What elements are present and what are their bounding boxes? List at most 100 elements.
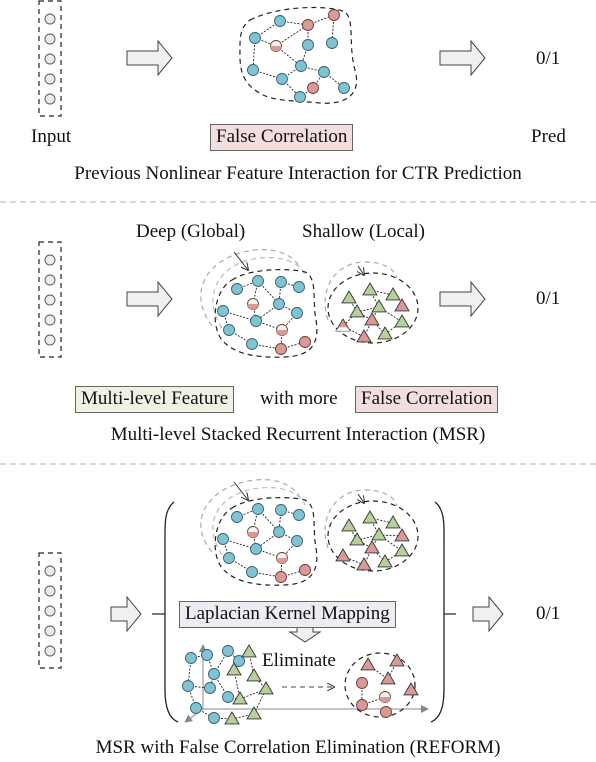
triangle-green [241, 644, 257, 658]
triangle-red [356, 557, 372, 571]
node-blue [231, 283, 243, 295]
input-node [44, 13, 56, 25]
input-node [44, 314, 56, 326]
input-node [44, 73, 56, 85]
triangle-red [364, 540, 380, 554]
node-blue [249, 32, 261, 44]
node-red [380, 706, 392, 718]
right-arrow-icon [472, 595, 504, 633]
input-node [44, 274, 56, 286]
panel3-caption: MSR with False Correlation Elimination (… [95, 737, 501, 758]
node-mixed-half [270, 46, 282, 52]
input-node [44, 645, 56, 657]
left-bracket [164, 501, 179, 723]
block-arrow [439, 39, 486, 77]
graph-icon [200, 249, 318, 358]
node-blue [318, 66, 330, 78]
input-vector-icon [38, 552, 62, 669]
input-node [44, 33, 56, 45]
input-vector-icon [38, 0, 62, 117]
node-blue [276, 73, 288, 85]
input-node [44, 254, 56, 266]
node-blue [231, 511, 243, 523]
input-label: Input [31, 126, 72, 147]
graph-icon [182, 644, 274, 725]
input-node [44, 605, 56, 617]
false-correlation-tag: False Correlation [355, 386, 499, 413]
node-red [302, 19, 314, 31]
triangle-green [341, 518, 357, 532]
block-arrow [126, 280, 173, 318]
laplacian-kernel-mapping-tag: Laplacian Kernel Mapping [179, 601, 396, 628]
node-blue [326, 37, 338, 49]
panel1-caption: Previous Nonlinear Feature Interaction f… [74, 163, 522, 184]
node-blue [185, 652, 197, 664]
triangle-red [360, 657, 376, 671]
input-node [44, 334, 56, 346]
node-blue [246, 566, 258, 578]
block-arrow [439, 280, 486, 318]
triangle-red [335, 548, 351, 562]
node-blue [217, 305, 229, 317]
node-blue [208, 668, 220, 680]
node-blue [246, 338, 258, 350]
triangle-red [394, 298, 410, 312]
triangle-green [362, 510, 378, 524]
node-blue [223, 324, 235, 336]
right-bracket [430, 501, 445, 723]
node-blue [291, 307, 303, 319]
output-value: 0/1 [536, 48, 561, 69]
triangle-green [371, 299, 387, 313]
node-blue [208, 712, 220, 724]
triangle-red [364, 312, 380, 326]
node-blue [222, 645, 234, 657]
pred-label: Pred [531, 126, 566, 147]
input-node [44, 294, 56, 306]
triangle-green [394, 314, 410, 328]
input-vector-icon [38, 241, 62, 358]
triangle-green [246, 668, 262, 682]
block-arrow [110, 595, 142, 633]
node-mixed-half [276, 558, 288, 564]
node-blue [291, 535, 303, 547]
node-blue [182, 680, 194, 692]
false-correlation-tag: False Correlation [210, 124, 354, 151]
input-node [44, 585, 56, 597]
triangle-green [341, 290, 357, 304]
node-blue [204, 682, 216, 694]
triangle-green [362, 282, 378, 296]
node-mixed-half [247, 304, 259, 310]
node-blue [250, 315, 262, 327]
node-red [328, 9, 340, 21]
output-value: 0/1 [536, 288, 561, 309]
input-node [44, 625, 56, 637]
input-node [44, 93, 56, 105]
node-red [299, 564, 311, 576]
input-node [44, 53, 56, 65]
triangle-red [394, 528, 410, 542]
eliminate-label: Eliminate [262, 650, 336, 671]
shallow-label: Shallow (Local) [302, 221, 425, 242]
diagram-canvas [0, 0, 596, 725]
right-arrow-icon [126, 280, 173, 318]
output-value: 0/1 [536, 603, 561, 624]
triangle-green [394, 543, 410, 557]
node-blue [273, 526, 285, 538]
node-blue [294, 91, 306, 103]
graph-icon [324, 489, 419, 572]
block-arrow [126, 39, 173, 77]
node-red [275, 343, 287, 355]
node-mixed-half [247, 532, 259, 538]
node-blue [275, 504, 287, 516]
node-blue [201, 649, 213, 661]
node-mixed-half [379, 697, 391, 703]
block-arrow [472, 595, 504, 633]
graph-icon [344, 652, 419, 718]
node-blue [223, 552, 235, 564]
node-blue [252, 275, 264, 287]
node-blue [273, 298, 285, 310]
triangle-green [371, 527, 387, 541]
right-arrow-icon [126, 39, 173, 77]
right-arrow-icon [110, 595, 142, 633]
triangle-red [380, 671, 396, 685]
